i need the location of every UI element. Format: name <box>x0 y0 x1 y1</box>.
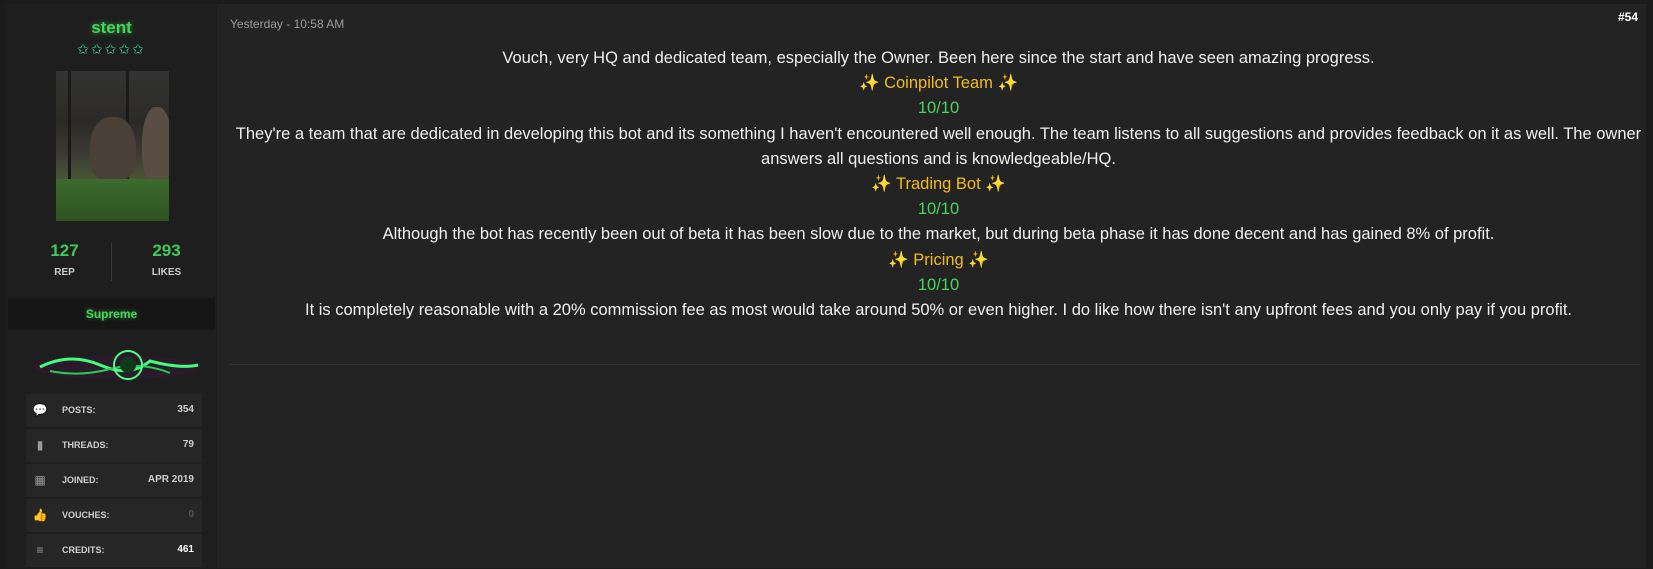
avatar-detail <box>56 179 169 221</box>
thumbs-up-icon: 👍 <box>32 508 48 522</box>
author-info-list: 💬 POSTS: 354 ▮ THREADS: 79 ▦ JOINED: APR… <box>26 394 202 569</box>
book-icon: ▮ <box>36 438 44 452</box>
heading-text: Trading Bot <box>896 175 981 194</box>
sparkle-icon: ✨ <box>888 250 909 269</box>
author-stats: 127 REP 293 LIKES <box>6 241 217 287</box>
forum-post: stent ✩✩✩✩✩ 127 REP 293 LIKES Supreme 💬 … <box>6 4 1646 568</box>
sparkle-icon: ✨ <box>997 74 1019 93</box>
section-rating: 10/10 <box>917 99 960 118</box>
post-number[interactable]: #54 <box>1618 10 1638 24</box>
info-row-threads: ▮ THREADS: 79 <box>26 429 202 462</box>
info-row-vouches: 👍 VOUCHES: 0 <box>26 499 202 532</box>
post-separator <box>230 364 1640 365</box>
info-value: APR 2019 <box>147 474 194 485</box>
post-text: It is completely reasonable with a 20% c… <box>304 301 1572 320</box>
info-value[interactable]: 354 <box>177 404 194 415</box>
info-row-credits: ≡ CREDITS: 461 <box>26 534 202 567</box>
user-rank: Supreme <box>8 298 215 330</box>
section-heading: ✨ Trading Bot ✨ <box>232 172 1645 197</box>
likes-stat[interactable]: 293 LIKES <box>114 241 219 278</box>
post-body: Vouch, very HQ and dedicated team, espec… <box>232 46 1645 323</box>
avatar-detail <box>142 107 169 187</box>
post-text: They're a team that are dedicated in dev… <box>235 124 1642 168</box>
avatar[interactable] <box>56 71 169 221</box>
info-row-joined: ▦ JOINED: APR 2019 <box>26 464 202 497</box>
section-rating: 10/10 <box>917 275 960 294</box>
info-label: POSTS: <box>62 405 96 415</box>
info-value[interactable]: 0 <box>188 509 194 520</box>
likes-label: LIKES <box>151 267 182 278</box>
avatar-detail <box>68 71 71 181</box>
sparkle-icon: ✨ <box>968 250 989 269</box>
author-sidebar: stent ✩✩✩✩✩ 127 REP 293 LIKES Supreme 💬 … <box>6 4 217 568</box>
rep-stat[interactable]: 127 REP <box>12 241 117 278</box>
likes-value: 293 <box>152 241 181 260</box>
section-rating: 10/10 <box>917 200 960 219</box>
heading-text: Pricing <box>913 250 964 269</box>
info-value: 461 <box>177 544 194 555</box>
sparkle-icon: ✨ <box>858 74 880 93</box>
rank-stars-icon: ✩✩✩✩✩ <box>77 41 146 57</box>
post-timestamp[interactable]: Yesterday - 10:58 AM <box>230 17 344 31</box>
rep-label: REP <box>54 267 75 278</box>
avatar-detail <box>90 117 136 181</box>
info-label: THREADS: <box>62 440 109 450</box>
info-row-posts: 💬 POSTS: 354 <box>26 394 202 427</box>
heading-text: Coinpilot Team <box>884 74 993 93</box>
post-text: Although the bot has recently been out o… <box>382 225 1495 244</box>
rank-badge-icon <box>32 350 200 380</box>
info-value[interactable]: 79 <box>183 439 194 450</box>
info-label: CREDITS: <box>62 545 105 555</box>
info-label: VOUCHES: <box>62 510 110 520</box>
section-heading: ✨ Coinpilot Team ✨ <box>232 71 1645 96</box>
comments-icon: 💬 <box>32 403 48 417</box>
sparkle-icon: ✨ <box>985 175 1006 194</box>
sparkle-icon: ✨ <box>871 175 892 194</box>
post-text: Vouch, very HQ and dedicated team, espec… <box>502 49 1375 67</box>
coins-icon: ≡ <box>36 543 44 557</box>
author-username[interactable]: stent <box>6 18 217 38</box>
section-heading: ✨ Pricing ✨ <box>232 248 1645 273</box>
rep-value: 127 <box>50 241 79 260</box>
info-label: JOINED: <box>62 475 99 485</box>
stat-divider <box>111 243 112 281</box>
calendar-icon: ▦ <box>34 473 46 487</box>
